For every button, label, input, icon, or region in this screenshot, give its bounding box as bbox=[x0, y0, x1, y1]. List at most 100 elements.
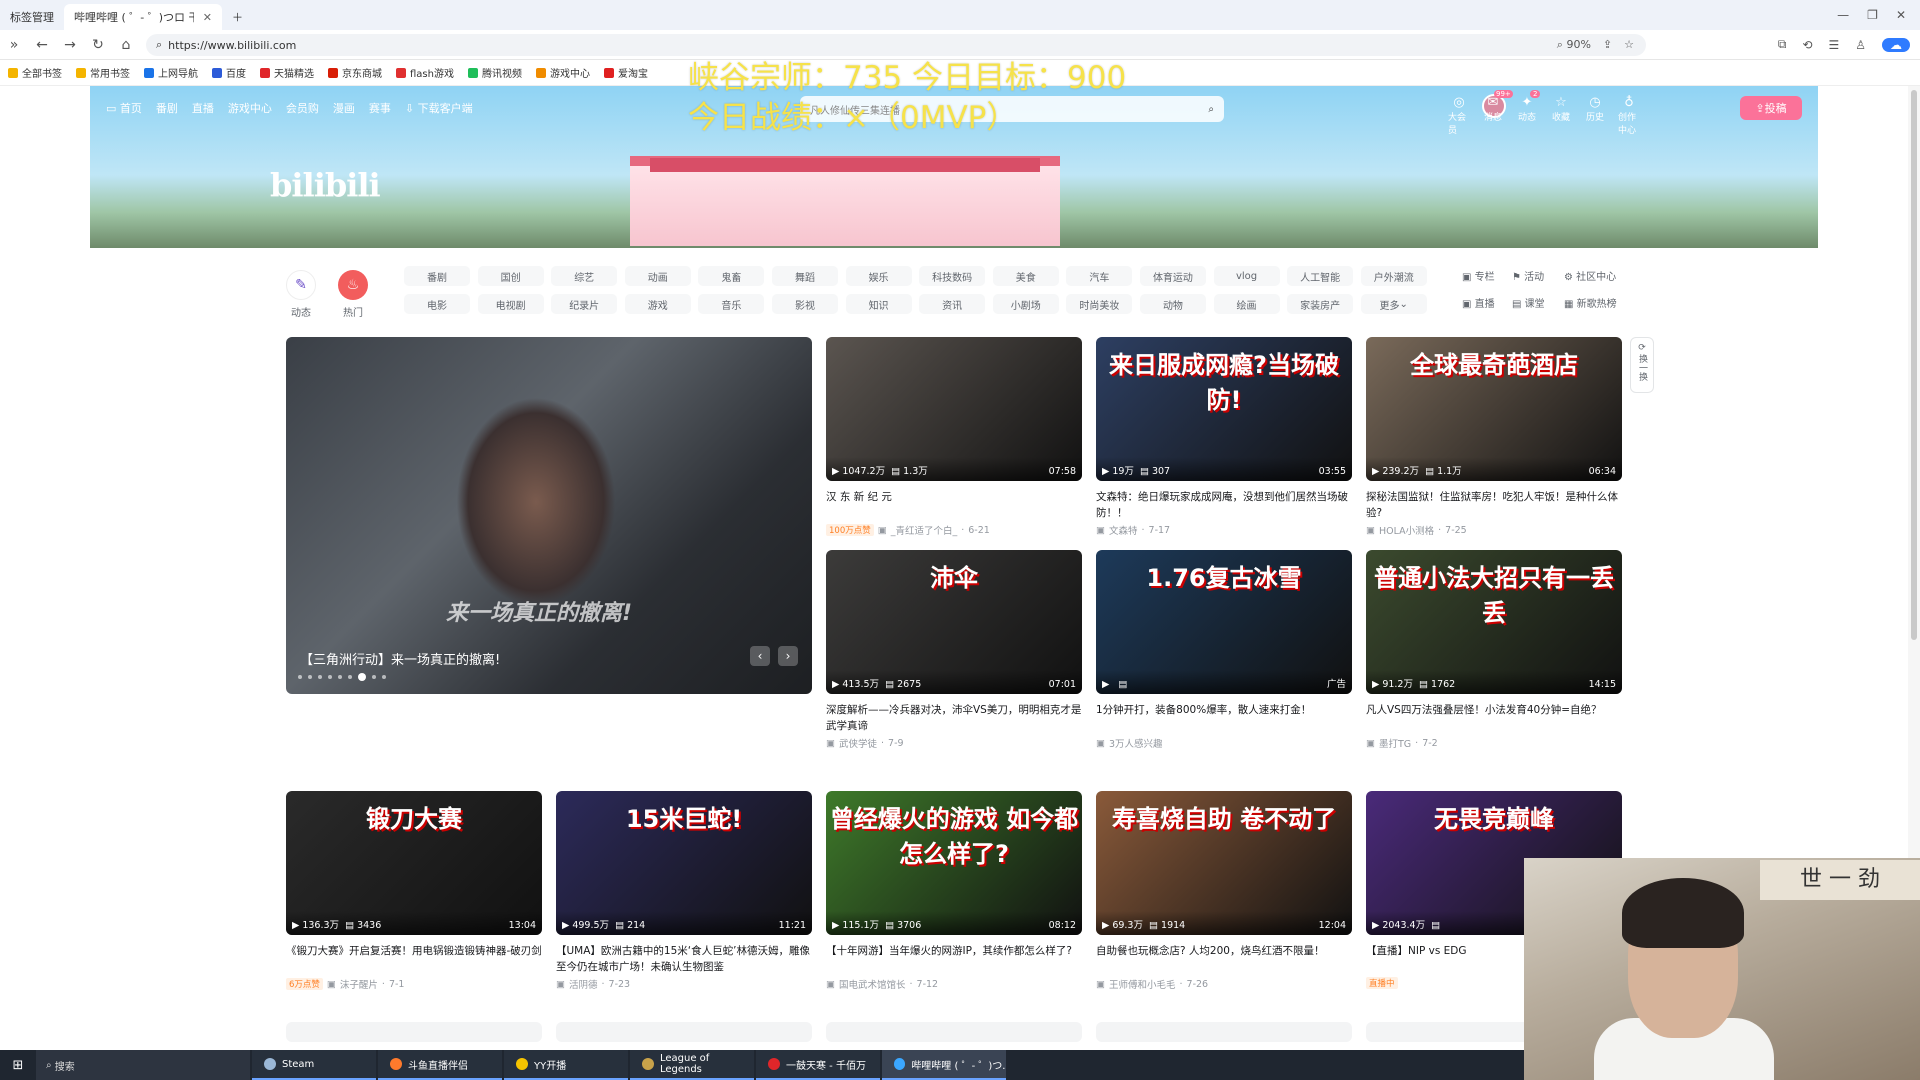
nav-bangumi[interactable]: 番剧 bbox=[156, 100, 178, 116]
hero-carousel[interactable]: 来一场真正的撤离! 【三角洲行动】来一场真正的撤离! ‹ › bbox=[286, 337, 812, 694]
extensions-icon[interactable]: ⧉ bbox=[1778, 37, 1787, 52]
bookmark-item[interactable]: 天猫精选 bbox=[260, 65, 314, 80]
nav-mall[interactable]: 会员购 bbox=[286, 100, 319, 116]
link-community[interactable]: ⚙ 社区中心 bbox=[1564, 268, 1634, 283]
bookmark-item[interactable]: 常用书签 bbox=[76, 65, 130, 80]
bookmark-item[interactable]: 上网导航 bbox=[144, 65, 198, 80]
video-title[interactable]: 《锻刀大赛》开启复活赛！用电锅锻造锻铸神器-破刃剑 bbox=[286, 943, 542, 975]
close-window-icon[interactable]: ✕ bbox=[1896, 8, 1906, 22]
carousel-dot[interactable] bbox=[318, 675, 322, 679]
user-icon[interactable]: ♙ bbox=[1855, 38, 1866, 52]
link-music-chart[interactable]: ▦ 新歌热榜 bbox=[1564, 295, 1634, 310]
video-title[interactable]: 深度解析——冷兵器对决，沛伞VS美刀，明明相克才是武学真谛 bbox=[826, 702, 1082, 734]
category-item[interactable]: 汽车 bbox=[1066, 266, 1133, 286]
video-card[interactable]: 锻刀大赛 ▶ 136.3万 ▤ 3436 13:04 《锻刀大赛》开启复活赛！用电锅锻… bbox=[286, 791, 542, 991]
taskbar-douyu[interactable]: 斗鱼直播伴侣 bbox=[378, 1050, 502, 1080]
uploader-name[interactable]: HOLA小测格 bbox=[1379, 523, 1434, 537]
star-icon[interactable]: ☆ bbox=[1624, 38, 1634, 52]
video-card[interactable]: 普通小法大招只有一丢丢 ▶ 91.2万 ▤ 1762 14:15 凡人VS四万法强叠层… bbox=[1366, 550, 1622, 750]
video-title[interactable]: 【十年网游】当年爆火的网游IP，其续作都怎么样了? bbox=[826, 943, 1082, 975]
video-card[interactable]: 来日服成网瘾?当场破防! ▶ 19万 ▤ 307 03:55 文森特：绝日爆玩家成成网… bbox=[1096, 337, 1352, 537]
category-item[interactable]: 时尚美妆 bbox=[1066, 294, 1133, 314]
video-thumbnail[interactable]: ▶ 1047.2万 ▤ 1.3万 07:58 bbox=[826, 337, 1082, 481]
uploader-name[interactable]: 王师傅和小毛毛 bbox=[1109, 977, 1176, 991]
video-card[interactable]: 1.76复古冰雪 ▶ ▤ 广告 1分钟开打，装备800%爆率，散人速来打金！ ▣ 3万人… bbox=[1096, 550, 1352, 750]
nav-creator[interactable]: ♁ 创作中心 bbox=[1618, 96, 1640, 137]
video-thumbnail[interactable]: 普通小法大招只有一丢丢 ▶ 91.2万 ▤ 1762 14:15 bbox=[1366, 550, 1622, 694]
category-item[interactable]: 动物 bbox=[1139, 294, 1206, 314]
carousel-dot[interactable] bbox=[358, 673, 366, 681]
video-title[interactable]: 探秘法国监狱！住监狱率房！吃犯人牢饭！是种什么体验? bbox=[1366, 489, 1622, 521]
video-thumbnail[interactable]: 来日服成网瘾?当场破防! ▶ 19万 ▤ 307 03:55 bbox=[1096, 337, 1352, 481]
carousel-dot[interactable] bbox=[298, 675, 302, 679]
video-title[interactable]: 自助餐也玩概念店? 人均200，烧鸟红酒不限量！ bbox=[1096, 943, 1352, 975]
url-field[interactable]: ⌕ https://www.bilibili.com ⌕ 90% ⇪ ☆ bbox=[146, 34, 1646, 56]
category-item[interactable]: 小剧场 bbox=[992, 294, 1059, 314]
category-item[interactable]: 绘画 bbox=[1213, 294, 1280, 314]
category-item[interactable]: 知识 bbox=[845, 294, 912, 314]
share-icon[interactable]: ⇪ bbox=[1603, 38, 1612, 52]
category-item[interactable]: 电视剧 bbox=[477, 294, 544, 314]
refresh-button[interactable]: ⟳ 换一换 bbox=[1630, 337, 1654, 393]
bookmark-item[interactable]: flash游戏 bbox=[396, 65, 454, 80]
sidebar-toggle-icon[interactable]: » bbox=[0, 37, 28, 53]
carousel-prev-button[interactable]: ‹ bbox=[750, 646, 770, 666]
tab-bilibili[interactable]: 哔哩哔哩 ( ゜- ゜)つロ 干杯~-b ✕ bbox=[64, 4, 222, 30]
bookmark-item[interactable]: 游戏中心 bbox=[535, 65, 590, 80]
restore-icon[interactable]: ❐ bbox=[1867, 8, 1878, 22]
windows-start-icon[interactable]: ⊞ bbox=[0, 1058, 36, 1073]
uploader-name[interactable]: 武侠学徒 bbox=[839, 736, 877, 750]
uploader-name[interactable]: 沫子醒片 bbox=[340, 977, 378, 991]
video-title[interactable]: 【UMA】欧洲古籍中的15米‘食人巨蛇’林德沃姆，雕像至今仍在城市广场！未确认生… bbox=[556, 943, 812, 975]
category-item[interactable]: 舞蹈 bbox=[771, 266, 838, 286]
video-card[interactable]: 沛伞 ▶ 413.5万 ▤ 2675 07:01 深度解析——冷兵器对决，沛伞VS美刀… bbox=[826, 550, 1082, 750]
uploader-name[interactable]: 墨打TG bbox=[1379, 736, 1411, 750]
bookmark-item[interactable]: 爱淘宝 bbox=[603, 65, 648, 80]
video-card[interactable]: 寿喜烧自助 卷不动了 ▶ 69.3万 ▤ 1914 12:04 自助餐也玩概念店? 人… bbox=[1096, 791, 1352, 991]
carousel-dot[interactable] bbox=[382, 675, 386, 679]
category-item[interactable]: 游戏 bbox=[624, 294, 691, 314]
category-item[interactable]: 国创 bbox=[477, 266, 544, 286]
bookmark-item[interactable]: 全部书签 bbox=[8, 65, 62, 80]
category-item[interactable]: 美食 bbox=[992, 266, 1059, 286]
nav-messages[interactable]: ✉ 99+ 消息 bbox=[1482, 90, 1513, 136]
forward-icon[interactable]: → bbox=[56, 37, 84, 53]
close-tab-icon[interactable]: ✕ bbox=[203, 11, 212, 24]
category-item[interactable]: 番剧 bbox=[404, 266, 470, 286]
category-item[interactable]: 电影 bbox=[404, 294, 470, 314]
video-title[interactable]: 汉 东 新 纪 元 bbox=[826, 489, 1082, 521]
video-title[interactable]: 文森特：绝日爆玩家成成网庵，没想到他们居然当场破防！！ bbox=[1096, 489, 1352, 521]
cloud-icon[interactable]: ☁ bbox=[1882, 37, 1910, 52]
minimize-icon[interactable]: — bbox=[1837, 8, 1849, 22]
tab-tab-manager[interactable]: 标签管理 bbox=[0, 4, 64, 30]
category-more[interactable]: 更多 ⌄ bbox=[1360, 294, 1427, 314]
scrollbar-thumb[interactable] bbox=[1911, 90, 1917, 640]
nav-live[interactable]: 直播 bbox=[192, 100, 214, 116]
video-title[interactable]: 1分钟开打，装备800%爆率，散人速来打金！ bbox=[1096, 702, 1352, 734]
taskbar-netease-music[interactable]: 一鼓天寒 - 千佰万 bbox=[756, 1050, 880, 1080]
back-icon[interactable]: ← bbox=[28, 37, 56, 53]
history-icon[interactable]: ⟲ bbox=[1802, 38, 1812, 52]
video-thumbnail[interactable]: 锻刀大赛 ▶ 136.3万 ▤ 3436 13:04 bbox=[286, 791, 542, 935]
taskbar-browser[interactable]: 哔哩哔哩 ( ゜- ゜)つ... bbox=[882, 1050, 1006, 1080]
home-icon[interactable]: ⌂ bbox=[112, 37, 140, 53]
video-thumbnail[interactable]: 寿喜烧自助 卷不动了 ▶ 69.3万 ▤ 1914 12:04 bbox=[1096, 791, 1352, 935]
link-live[interactable]: ▣ 直播 bbox=[1462, 295, 1512, 310]
video-card[interactable]: 15米巨蛇! ▶ 499.5万 ▤ 214 11:21 【UMA】欧洲古籍中的15米‘… bbox=[556, 791, 812, 991]
upload-button[interactable]: ⇪ 投稿 bbox=[1740, 96, 1802, 120]
carousel-dot[interactable] bbox=[338, 675, 342, 679]
carousel-dot[interactable] bbox=[348, 675, 352, 679]
category-item[interactable]: 娱乐 bbox=[845, 266, 912, 286]
carousel-dot[interactable] bbox=[328, 675, 332, 679]
bookmark-item[interactable]: 百度 bbox=[212, 65, 246, 80]
video-card[interactable]: 全球最奇葩酒店 ▶ 239.2万 ▤ 1.1万 06:34 探秘法国监狱！住监狱率房！… bbox=[1366, 337, 1622, 537]
category-item[interactable]: 综艺 bbox=[551, 266, 618, 286]
nav-esports[interactable]: 赛事 bbox=[369, 100, 391, 116]
nav-favorites[interactable]: ☆ 收藏 bbox=[1550, 96, 1572, 136]
video-thumbnail[interactable]: 曾经爆火的游戏 如今都怎么样了? ▶ 115.1万 ▤ 3706 08:12 bbox=[826, 791, 1082, 935]
category-item[interactable]: 户外潮流 bbox=[1360, 266, 1427, 286]
video-thumbnail[interactable]: 全球最奇葩酒店 ▶ 239.2万 ▤ 1.1万 06:34 bbox=[1366, 337, 1622, 481]
video-card[interactable]: 曾经爆火的游戏 如今都怎么样了? ▶ 115.1万 ▤ 3706 08:12 【十年网… bbox=[826, 791, 1082, 991]
video-card[interactable]: ▶ 1047.2万 ▤ 1.3万 07:58 汉 东 新 纪 元 100万点赞 ▣ _青红… bbox=[826, 337, 1082, 537]
video-thumbnail[interactable]: 沛伞 ▶ 413.5万 ▤ 2675 07:01 bbox=[826, 550, 1082, 694]
